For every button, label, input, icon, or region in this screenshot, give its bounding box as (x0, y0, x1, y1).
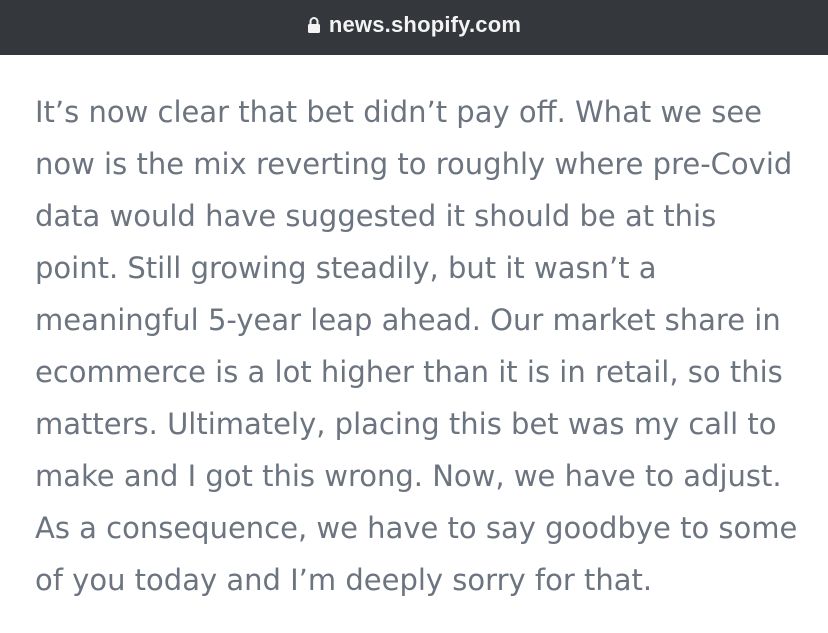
url-text[interactable]: news.shopify.com (329, 12, 521, 38)
url-container[interactable]: news.shopify.com (307, 12, 521, 38)
article-line: It’s now clear that bet didn’t pay off. … (35, 95, 762, 129)
article-line: matters. Ultimately, placing this bet wa… (35, 407, 777, 441)
article-body: It’s now clear that bet didn’t pay off. … (35, 86, 815, 606)
article-line: make and I got this wrong. Now, we have … (35, 459, 782, 493)
article-line: data would have suggested it should be a… (35, 199, 717, 233)
lock-icon (307, 16, 321, 34)
article-line: point. Still growing steadily, but it wa… (35, 251, 657, 285)
article-line: now is the mix reverting to roughly wher… (35, 147, 793, 181)
article-line: As a consequence, we have to say goodbye… (35, 511, 798, 545)
browser-address-bar[interactable]: news.shopify.com (0, 0, 828, 55)
article-line: meaningful 5-year leap ahead. Our market… (35, 303, 781, 337)
article-line: ecommerce is a lot higher than it is in … (35, 355, 783, 389)
article-line: of you today and I’m deeply sorry for th… (35, 563, 653, 597)
